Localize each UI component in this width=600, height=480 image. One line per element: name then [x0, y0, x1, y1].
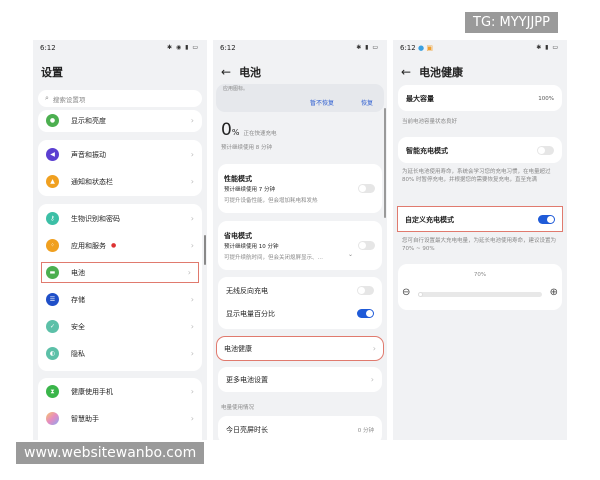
header: ← 电池: [221, 64, 261, 80]
smart-charging-row: 智能充电模式: [398, 137, 562, 164]
settings-item-battery[interactable]: ▬ 电池 ›: [41, 262, 199, 283]
eye-icon: ●: [46, 114, 59, 127]
settings-item-assistant[interactable]: 智慧助手 ›: [38, 405, 202, 432]
watermark-bottom: www.websitewanbo.com: [16, 442, 205, 464]
show-percent-row[interactable]: 显示电量百分比: [218, 300, 382, 327]
settings-item-privacy[interactable]: ◐ 隐私 ›: [38, 340, 202, 367]
back-arrow-icon[interactable]: ←: [221, 65, 231, 79]
scrollbar[interactable]: [384, 108, 386, 218]
badge-dot: ●: [111, 242, 117, 249]
custom-charging-item[interactable]: 自定义充电模式: [397, 206, 563, 232]
battery-screen: 6:12 ✱ ▮ ▭ ← 电池 应用图标。 暂不恢复 恢复 0% 正在快速充电 预计…: [213, 40, 387, 440]
slider-value: 70%: [473, 272, 487, 278]
smart-charging-toggle[interactable]: [537, 146, 554, 155]
bell-icon: ▲: [46, 175, 59, 188]
page-title: 电池: [239, 66, 262, 79]
battery-health-row: 电池健康 ›: [224, 344, 376, 353]
chevron-right-icon: ›: [190, 241, 194, 250]
settings-item-sound[interactable]: ◀ 声音和振动 ›: [38, 141, 202, 168]
chevron-right-icon: ›: [372, 344, 376, 353]
power-saver-toggle[interactable]: [358, 241, 375, 250]
chevron-down-icon[interactable]: ⌄: [348, 251, 353, 258]
chevron-right-icon: ›: [187, 268, 191, 277]
slider-thumb[interactable]: [418, 292, 423, 297]
status-time: 6:12 ● ▣: [400, 44, 433, 52]
max-capacity-row: 最大容量 100%: [406, 94, 554, 103]
search-input[interactable]: ⌕ 搜索设置项: [38, 90, 202, 107]
screen-time-item[interactable]: 今日亮屏时长 0 分钟: [218, 416, 382, 440]
settings-screen: 6:12 ✱ ◉ ▮ ▭ 设置 ⌕ 搜索设置项 ● 显示和亮度 › ◀ 声音和振动 › …: [33, 40, 207, 440]
card-wellbeing: ⧗ 健康使用手机 › 智慧助手 ›: [38, 378, 202, 440]
chevron-right-icon: ›: [190, 116, 194, 125]
storage-icon: ☰: [46, 293, 59, 306]
watermark-top: TG: MYYJJPP: [465, 12, 558, 33]
settings-item-security[interactable]: ✓ 安全 ›: [38, 313, 202, 340]
status-icons: ✱ ▮ ▭: [536, 44, 559, 51]
shield-icon: ✓: [46, 320, 59, 333]
chevron-right-icon: ›: [190, 295, 194, 304]
page-title: 电池健康: [419, 66, 464, 79]
settings-item-apps[interactable]: ⁘ 应用和服务 ● ›: [38, 232, 202, 259]
chevron-right-icon: ›: [370, 375, 374, 384]
chevron-right-icon: ›: [190, 349, 194, 358]
chevron-right-icon: ›: [190, 150, 194, 159]
chevron-right-icon: ›: [190, 414, 194, 423]
status-time: 6:12: [40, 44, 56, 52]
assistant-icon: [46, 412, 59, 425]
more-settings-row: 更多电池设置 ›: [226, 375, 374, 384]
header: ← 电池健康: [401, 64, 463, 80]
scrollbar[interactable]: [204, 235, 206, 265]
plus-icon[interactable]: ⊕: [550, 287, 558, 298]
chevron-right-icon: ›: [190, 322, 194, 331]
custom-charging-row: 自定义充电模式: [397, 206, 563, 233]
privacy-icon: ◐: [46, 347, 59, 360]
performance-mode[interactable]: 性能模式 预计继续使用 7 分钟 可提升设备性能，但会增加耗电和发热: [218, 164, 382, 213]
chevron-right-icon: ›: [190, 177, 194, 186]
restore-button[interactable]: 恢复: [361, 98, 373, 107]
battery-icon: ▬: [46, 266, 59, 279]
wireless-toggle[interactable]: [357, 286, 374, 295]
performance-toggle[interactable]: [358, 184, 375, 193]
status-icons: ✱ ◉ ▮ ▭: [167, 44, 199, 51]
hourglass-icon: ⧗: [46, 385, 59, 398]
back-arrow-icon[interactable]: ←: [401, 65, 411, 79]
show-percent-toggle[interactable]: [357, 309, 374, 318]
status-time: 6:12: [220, 44, 236, 52]
more-battery-settings[interactable]: 更多电池设置 ›: [218, 367, 382, 392]
chevron-right-icon: ›: [190, 387, 194, 396]
settings-item-notifications[interactable]: ▲ 通知和状态栏 ›: [38, 168, 202, 195]
chevron-right-icon: ›: [190, 214, 194, 223]
card-system: ⚷ 生物识别和密码 › ⁘ 应用和服务 ● › ▬ 电池 › ☰ 存储 › ✓ 安全 › ◐ 隐私 ›: [38, 204, 202, 371]
smart-charging-item[interactable]: 智能充电模式: [398, 137, 562, 163]
battery-level: 0% 正在快速充电: [221, 120, 277, 140]
section-header: 电量使用情况: [221, 405, 255, 411]
apps-icon: ⁘: [46, 239, 59, 252]
dismiss-button[interactable]: 暂不恢复: [310, 98, 334, 107]
screen-time-row: 今日亮屏时长 0 分钟: [226, 425, 374, 434]
status-icons: ✱ ▮ ▭: [356, 44, 379, 51]
settings-item-wellbeing[interactable]: ⧗ 健康使用手机 ›: [38, 378, 202, 405]
power-saver-mode[interactable]: 省电模式 预计继续使用 10 分钟 可提升续航时间，但会关闭熄屏显示、… ⌄: [218, 221, 382, 270]
charge-limit-card: 70% ⊖ ⊕: [398, 264, 562, 310]
card-sound: ◀ 声音和振动 › ▲ 通知和状态栏 ›: [38, 140, 202, 196]
search-icon: ⌕: [45, 94, 49, 102]
battery-health-screen: 6:12 ● ▣ ✱ ▮ ▭ ← 电池健康 最大容量 100% 当前电池容量状态良好…: [393, 40, 567, 440]
charge-limit-slider[interactable]: [418, 292, 542, 297]
key-icon: ⚷: [46, 212, 59, 225]
restore-notice: 应用图标。 暂不恢复 恢复: [216, 84, 384, 112]
toggles-card: 无线反向充电 显示电量百分比: [218, 277, 382, 329]
settings-item-display[interactable]: ● 显示和亮度 ›: [38, 107, 202, 134]
settings-item-biometrics[interactable]: ⚷ 生物识别和密码 ›: [38, 205, 202, 232]
page-title: 设置: [41, 66, 63, 79]
max-capacity-item: 最大容量 100%: [398, 85, 562, 111]
minus-icon[interactable]: ⊖: [402, 287, 410, 298]
settings-item-storage[interactable]: ☰ 存储 ›: [38, 286, 202, 313]
battery-health-item[interactable]: 电池健康 ›: [216, 336, 384, 361]
card-display: ● 显示和亮度 ›: [38, 110, 202, 132]
custom-charging-toggle[interactable]: [538, 215, 555, 224]
speaker-icon: ◀: [46, 148, 59, 161]
